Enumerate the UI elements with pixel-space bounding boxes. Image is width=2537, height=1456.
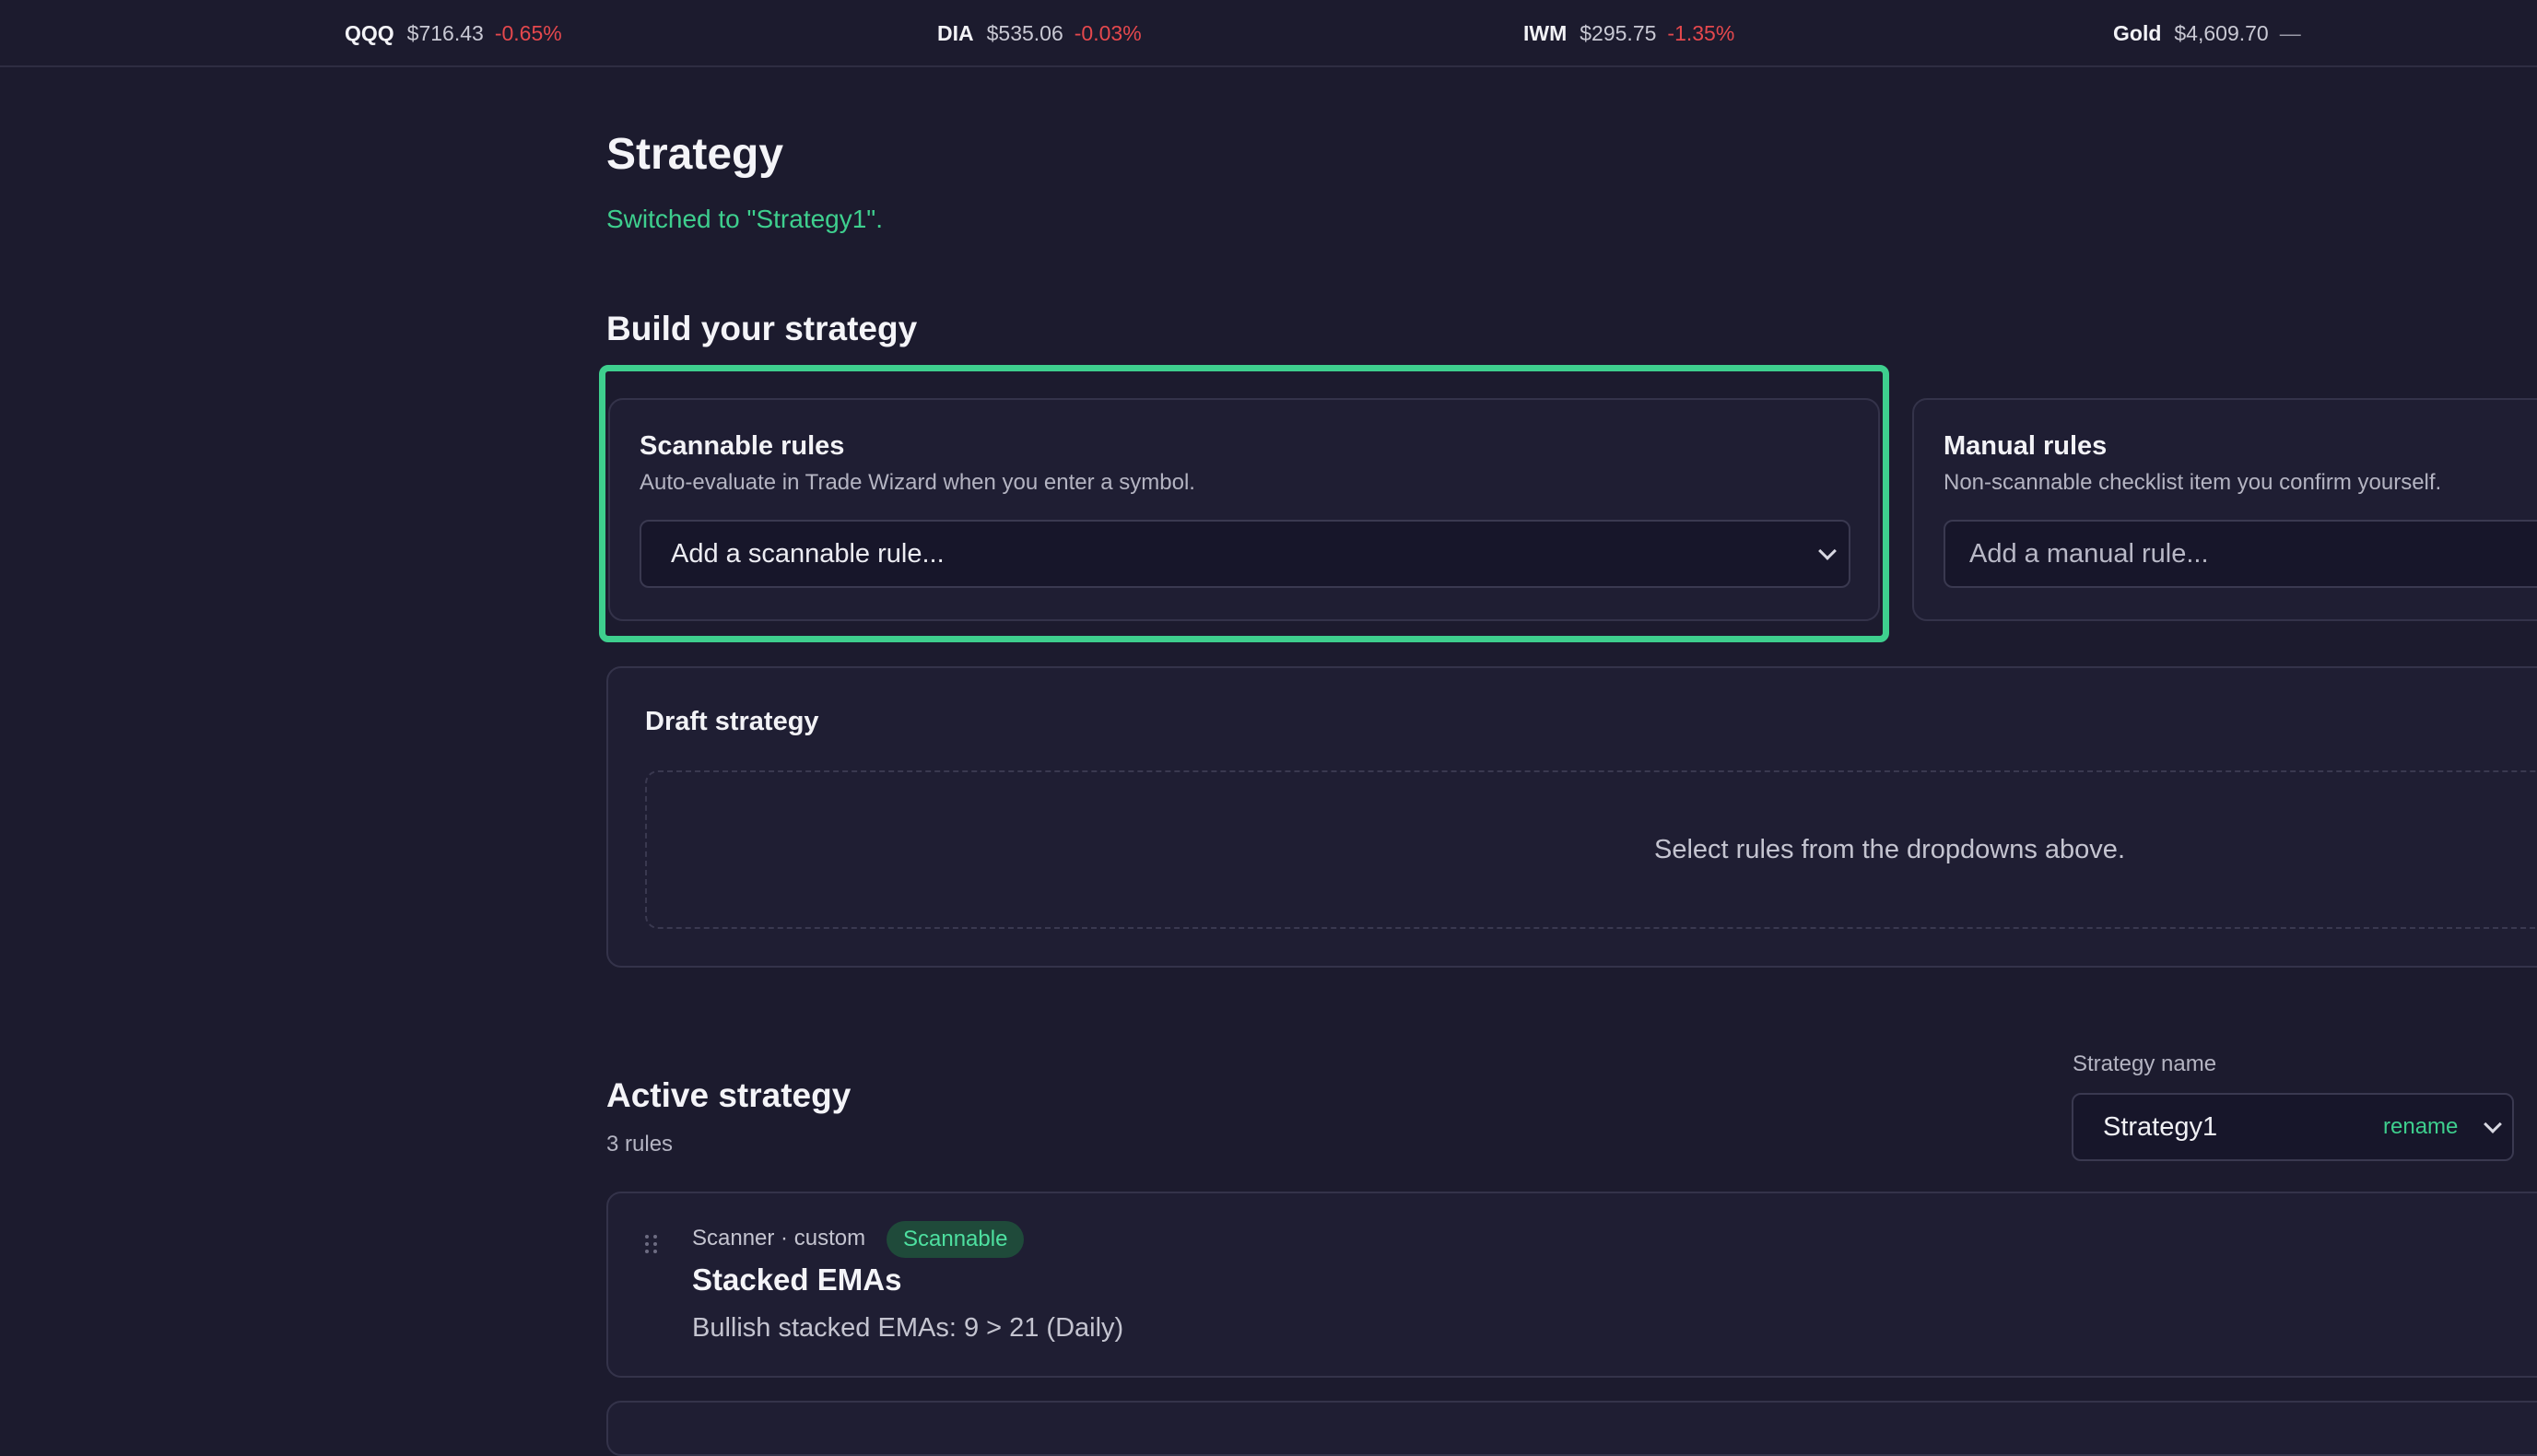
ticker-item-qqq[interactable]: QQQ $716.43 -0.65% — [345, 0, 562, 66]
rule-meta: Scanner · custom — [692, 1226, 866, 1251]
page-title: Strategy — [606, 130, 784, 179]
focus-highlight — [599, 365, 1889, 642]
rule-count: 3 rules — [606, 1132, 674, 1157]
drag-handle-icon[interactable] — [645, 1235, 660, 1253]
ticker-change: -1.35% — [1667, 20, 1735, 45]
manual-rule-placeholder: Add a manual rule... — [1969, 538, 2209, 569]
rule-card — [606, 1401, 2537, 1456]
draft-dropzone: Select rules from the dropdowns above. — [645, 770, 2537, 929]
build-section-heading: Build your strategy — [606, 310, 918, 347]
ticker-change: -0.65% — [494, 20, 562, 45]
strategy-name-label: Strategy name — [2073, 1051, 2217, 1076]
strategy-name-value: Strategy1 — [2103, 1111, 2218, 1142]
ticker-symbol: QQQ — [345, 20, 394, 45]
rule-description: Bullish stacked EMAs: 9 > 21 (Daily) — [692, 1313, 1124, 1343]
draft-empty-text: Select rules from the dropdowns above. — [1654, 834, 2125, 864]
ticker-item-gold[interactable]: Gold $4,609.70 — — [2113, 0, 2301, 66]
ticker-symbol: IWM — [1523, 20, 1568, 45]
manual-rule-input[interactable]: Add a manual rule... — [1944, 520, 2537, 588]
ticker-price: $4,609.70 — [2174, 20, 2269, 45]
ticker-price: $716.43 — [406, 20, 484, 45]
rename-button[interactable]: rename — [2383, 1095, 2458, 1159]
ticker-item-dia[interactable]: DIA $535.06 -0.03% — [937, 0, 1142, 66]
manual-rules-title: Manual rules — [1944, 431, 2108, 461]
ticker-item-iwm[interactable]: IWM $295.75 -1.35% — [1523, 0, 1734, 66]
ticker-change: -0.03% — [1074, 20, 1142, 45]
strategy-name-select[interactable]: Strategy1 rename — [2072, 1093, 2514, 1161]
manual-rules-card: Manual rules Non-scannable checklist ite… — [1912, 398, 2537, 621]
ticker-change: — — [2279, 20, 2301, 45]
scannable-badge: Scannable — [887, 1221, 1025, 1258]
manual-rules-subtitle: Non-scannable checklist item you confirm… — [1944, 470, 2442, 495]
active-section-heading: Active strategy — [606, 1076, 852, 1114]
rule-title: Stacked EMAs — [692, 1262, 902, 1297]
ticker-bar: QQQ $716.43 -0.65% DIA $535.06 -0.03% IW… — [0, 0, 2537, 67]
chevron-down-icon — [2484, 1115, 2502, 1133]
ticker-symbol: Gold — [2113, 20, 2162, 45]
ticker-symbol: DIA — [937, 20, 974, 45]
draft-strategy-title: Draft strategy — [645, 707, 819, 736]
ticker-price: $535.06 — [986, 20, 1063, 45]
status-message: Switched to "Strategy1". — [606, 205, 884, 233]
ticker-price: $295.75 — [1580, 20, 1657, 45]
